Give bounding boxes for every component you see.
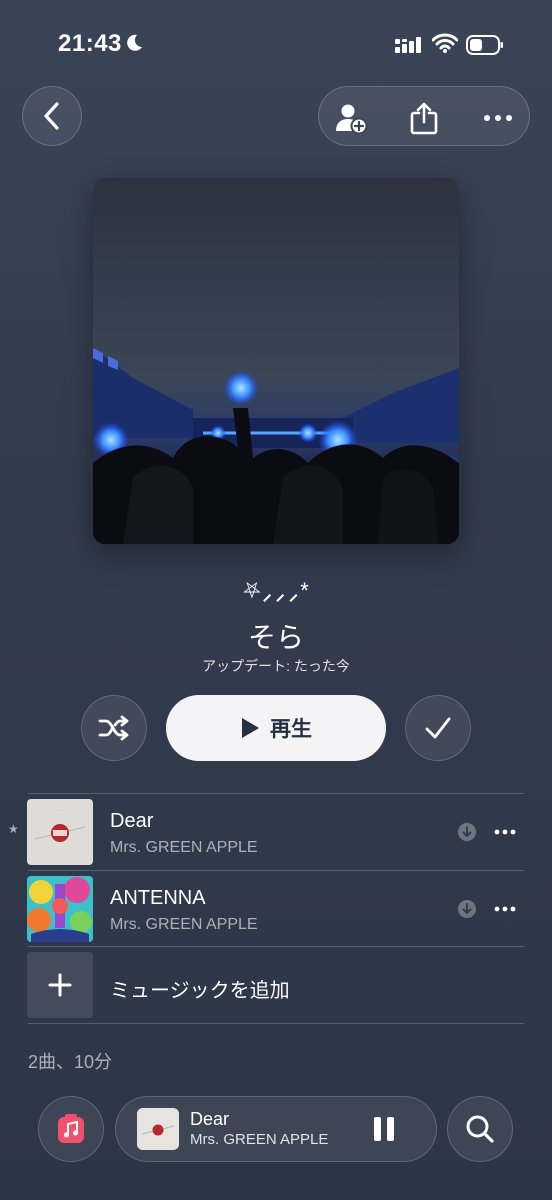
add-music-thumb <box>27 952 93 1018</box>
playlist-updated: アップデート: たった今 <box>202 658 350 674</box>
track-artist: Mrs. GREEN APPLE <box>110 916 258 933</box>
play-icon <box>242 718 259 738</box>
search-button[interactable] <box>447 1096 513 1162</box>
track-title: Dear <box>110 810 154 832</box>
battery-icon <box>466 35 503 55</box>
album-cover-antenna <box>27 876 93 942</box>
share-icon <box>410 102 438 135</box>
action-button-group <box>318 86 530 146</box>
download-icon[interactable] <box>458 823 476 841</box>
status-bar: 21:43 <box>0 0 552 90</box>
track-row[interactable]: ANTENNA Mrs. GREEN APPLE <box>0 871 552 947</box>
add-music-row[interactable]: ミュージックを追加 <box>0 952 552 1020</box>
chevron-left-icon <box>44 102 59 130</box>
svg-text:· · ·: · · · <box>57 808 63 813</box>
album-cover-dear <box>137 1108 179 1150</box>
more-icon <box>484 115 512 121</box>
playlist-artwork <box>93 178 459 544</box>
pause-button[interactable] <box>374 1117 398 1143</box>
now-playing-artwork <box>137 1108 179 1150</box>
play-label: 再生 <box>270 718 312 741</box>
cellular-signal-icon <box>395 37 421 53</box>
favorite-marker: ★ <box>8 822 19 836</box>
play-button[interactable]: 再生 <box>166 695 386 761</box>
search-icon <box>466 1115 494 1143</box>
more-button[interactable] <box>481 101 515 135</box>
add-music-label: ミュージックを追加 <box>110 980 290 1002</box>
playlist-title: そら <box>247 622 304 653</box>
divider <box>28 946 524 947</box>
track-artwork <box>27 876 93 942</box>
checkmark-icon <box>425 717 451 739</box>
track-artwork: · · · <box>27 799 93 865</box>
more-icon[interactable] <box>494 901 516 917</box>
now-playing-title: Dear <box>190 1109 230 1129</box>
back-button[interactable] <box>22 86 82 146</box>
add-person-icon <box>336 104 368 135</box>
album-cover-dear: · · · <box>27 799 93 865</box>
status-time: 21:43 <box>58 30 122 57</box>
shuffle-icon <box>98 715 129 741</box>
moon-icon <box>127 34 142 51</box>
track-artist: Mrs. GREEN APPLE <box>110 839 258 856</box>
download-icon[interactable] <box>458 900 476 918</box>
playlist-summary: 2曲、10分 <box>28 1052 113 1072</box>
playlist-decoration: ⛧⸝⸝⸝* <box>243 578 309 603</box>
track-title: ANTENNA <box>110 887 206 909</box>
more-icon[interactable] <box>494 824 516 840</box>
library-button[interactable] <box>38 1096 104 1162</box>
plus-icon <box>48 973 72 997</box>
now-playing-artist: Mrs. GREEN APPLE <box>190 1131 329 1148</box>
add-collaborator-button[interactable] <box>334 101 368 135</box>
mini-player[interactable]: Dear Mrs. GREEN APPLE <box>115 1096 437 1162</box>
wifi-icon <box>432 33 458 53</box>
music-note-icon <box>58 1114 84 1143</box>
shuffle-button[interactable] <box>81 695 147 761</box>
pause-icon <box>374 1117 381 1141</box>
concert-photo <box>93 178 459 544</box>
added-check-button[interactable] <box>405 695 471 761</box>
track-row[interactable]: ★ · · · Dear Mrs. GREEN APPLE <box>0 794 552 870</box>
divider <box>28 1023 524 1024</box>
share-button[interactable] <box>407 101 441 135</box>
